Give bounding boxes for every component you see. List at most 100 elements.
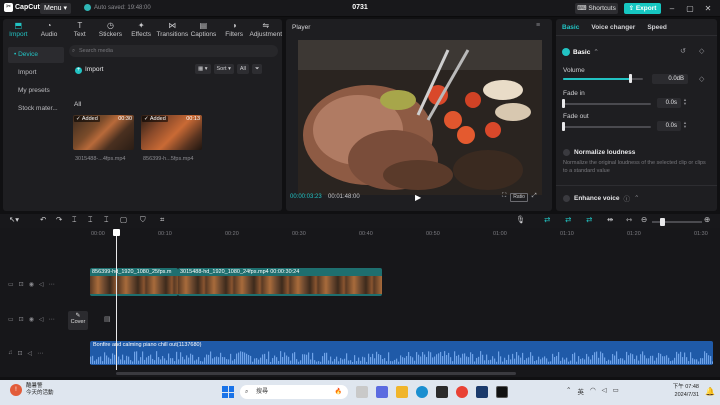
mute-icon[interactable]: ◁ — [39, 281, 44, 288]
microphone-icon[interactable]: 🎙 — [516, 215, 526, 224]
tab-audio[interactable]: ◔ Audio — [34, 19, 65, 41]
volume-value[interactable]: 0.0dB — [652, 74, 688, 84]
basic-section-header[interactable]: Basic ⌃ — [562, 48, 599, 56]
crop-icon[interactable]: ⛶ — [502, 193, 506, 202]
menu-button[interactable]: Menu ▾ — [40, 3, 71, 14]
more-icon[interactable]: ⋯ — [49, 281, 55, 288]
volume-icon[interactable]: ◁ — [602, 386, 607, 396]
fade-in-stepper[interactable]: ▲ ▼ — [683, 98, 687, 106]
video-preview[interactable] — [298, 40, 542, 195]
zoom-out-icon[interactable]: ⊖ — [641, 215, 647, 224]
tab-basic[interactable]: Basic — [562, 24, 579, 31]
volume-keyframe-icon[interactable]: ◇ — [699, 75, 704, 83]
ratio-button[interactable]: Ratio — [510, 193, 528, 202]
split-right-icon[interactable]: ⌶ — [104, 215, 109, 225]
linkage-icon[interactable]: ⇄ — [586, 215, 592, 224]
player-menu-icon[interactable]: ≡ — [536, 22, 540, 29]
lock-icon[interactable]: ⊡ — [19, 281, 24, 288]
tab-text[interactable]: T Text — [64, 19, 95, 41]
fade-out-value[interactable]: 0.0s — [657, 121, 681, 131]
basic-toggle[interactable] — [562, 48, 570, 56]
redo-icon[interactable]: ↷ — [56, 215, 62, 224]
fade-out-handle[interactable] — [562, 122, 565, 131]
task-view-icon[interactable] — [356, 386, 368, 398]
timeline-ruler[interactable]: 00:00 00:10 00:20 00:30 00:40 00:50 01:0… — [88, 229, 716, 239]
media-item[interactable]: ✓ Added 00:30 — [73, 115, 134, 150]
chrome-icon[interactable] — [456, 386, 468, 398]
capcut-taskbar-icon[interactable] — [496, 386, 508, 398]
timeline-scrollbar[interactable] — [116, 372, 516, 375]
tab-adjustment[interactable]: ⇋ Adjustment — [249, 19, 282, 41]
undo-icon[interactable]: ↶ — [40, 215, 46, 224]
nav-device[interactable]: • Device — [8, 47, 64, 63]
weather-widget[interactable]: ! 酷暑警 今天的活動 — [10, 383, 54, 397]
tab-transitions[interactable]: ⋈ Transitions — [157, 19, 189, 41]
volume-slider-handle[interactable] — [628, 74, 632, 83]
normalize-loudness-row[interactable]: Normalize loudness — [563, 149, 635, 156]
fade-in-handle[interactable] — [562, 99, 565, 108]
battery-icon[interactable]: ▭ — [613, 386, 619, 396]
sort-button[interactable]: Sort ▾ — [213, 64, 234, 74]
lock-icon[interactable]: ⊡ — [18, 350, 23, 357]
video-clip[interactable]: 856399-hd_1920_1080_25fps.m — [90, 268, 178, 296]
maximize-icon[interactable]: ▢ — [684, 3, 696, 14]
nav-my-presets[interactable]: My presets — [8, 83, 64, 99]
notification-bell-icon[interactable]: 🔔 — [705, 387, 715, 396]
fade-in-slider[interactable] — [563, 103, 651, 105]
tab-captions[interactable]: ▤ Captions — [188, 19, 219, 41]
grid-view-button[interactable]: ▦ ▾ — [195, 64, 211, 74]
filter-icon[interactable]: ⏷ — [252, 64, 263, 74]
more-icon[interactable]: ⋯ — [37, 350, 43, 357]
eye-icon[interactable]: ◉ — [29, 316, 34, 323]
mute-icon[interactable]: ◁ — [39, 316, 44, 323]
fade-out-stepper[interactable]: ▲ ▼ — [683, 121, 687, 129]
wifi-icon[interactable]: ◠ — [590, 386, 596, 396]
eye-icon[interactable]: ◉ — [29, 281, 34, 288]
nav-import[interactable]: Import — [8, 65, 64, 81]
minimize-icon[interactable]: – — [666, 3, 678, 14]
fade-out-slider[interactable] — [563, 126, 651, 128]
tab-filters[interactable]: ◑ Filters — [219, 19, 250, 41]
app-icon[interactable] — [476, 386, 488, 398]
export-button[interactable]: ⇪ Export — [624, 3, 661, 14]
video-clip[interactable]: 3015488-hd_1920_1080_24fps.mp4 00:00:30:… — [178, 268, 382, 296]
play-button[interactable]: ▶ — [415, 193, 421, 202]
edge-icon[interactable] — [416, 386, 428, 398]
search-input[interactable]: ⌕ Search media — [69, 45, 278, 57]
info-icon[interactable]: ⓘ — [624, 193, 631, 203]
lock-icon[interactable]: ⊡ — [19, 316, 24, 323]
zoom-in-icon[interactable]: ⊕ — [704, 215, 710, 224]
more-icon[interactable]: ⋯ — [49, 316, 55, 323]
split-left-icon[interactable]: ⌶ — [88, 215, 93, 225]
normalize-checkbox[interactable] — [563, 149, 570, 156]
tab-voice-changer[interactable]: Voice changer — [591, 24, 635, 31]
taskbar-search[interactable]: ⌕ 搜尋 🔥 — [240, 385, 348, 399]
import-button[interactable]: + Import — [75, 65, 103, 75]
nav-stock-material[interactable]: Stock mater... — [8, 101, 64, 117]
select-tool-icon[interactable]: ↖▾ — [9, 215, 19, 224]
shortcuts-button[interactable]: ⌨ Shortcuts — [575, 3, 618, 14]
audio-clip[interactable]: Bonfire and calming piano chill out(1137… — [90, 341, 713, 365]
shield-icon[interactable]: ⛉ — [140, 215, 146, 225]
main-track-magnet-icon[interactable]: ⇄ — [544, 215, 550, 224]
cover-button[interactable]: ✎ Cover — [68, 311, 88, 330]
delete-icon[interactable]: ▢ — [120, 215, 127, 224]
enhance-voice-row[interactable]: Enhance voice ⓘ ⌃ — [563, 193, 639, 203]
fullscreen-icon[interactable]: ⤢ — [532, 193, 537, 202]
tab-effects[interactable]: ✦ Effects — [126, 19, 157, 41]
taskbar-clock[interactable]: 下午 07:48 2024/7/31 — [669, 383, 699, 399]
ime-mode[interactable]: 英 — [577, 386, 584, 396]
crop-icon[interactable]: ⌗ — [160, 215, 164, 225]
playhead[interactable] — [116, 230, 117, 370]
mute-icon[interactable]: ◁ — [28, 350, 33, 357]
chevron-up-icon[interactable]: ⌃ — [566, 386, 571, 396]
preview-axis-icon[interactable]: ⇹ — [607, 215, 613, 224]
zoom-slider-handle[interactable] — [660, 218, 665, 226]
store-icon[interactable] — [436, 386, 448, 398]
all-filter-button[interactable]: All — [236, 64, 250, 74]
keyframe-icon[interactable]: ◇ — [699, 47, 704, 55]
windows-start-icon[interactable] — [222, 386, 234, 398]
auto-snap-icon[interactable]: ⇄ — [565, 215, 571, 224]
media-item[interactable]: ✓ Added 00:13 — [141, 115, 202, 150]
tab-import[interactable]: ⬒ Import — [3, 19, 34, 41]
